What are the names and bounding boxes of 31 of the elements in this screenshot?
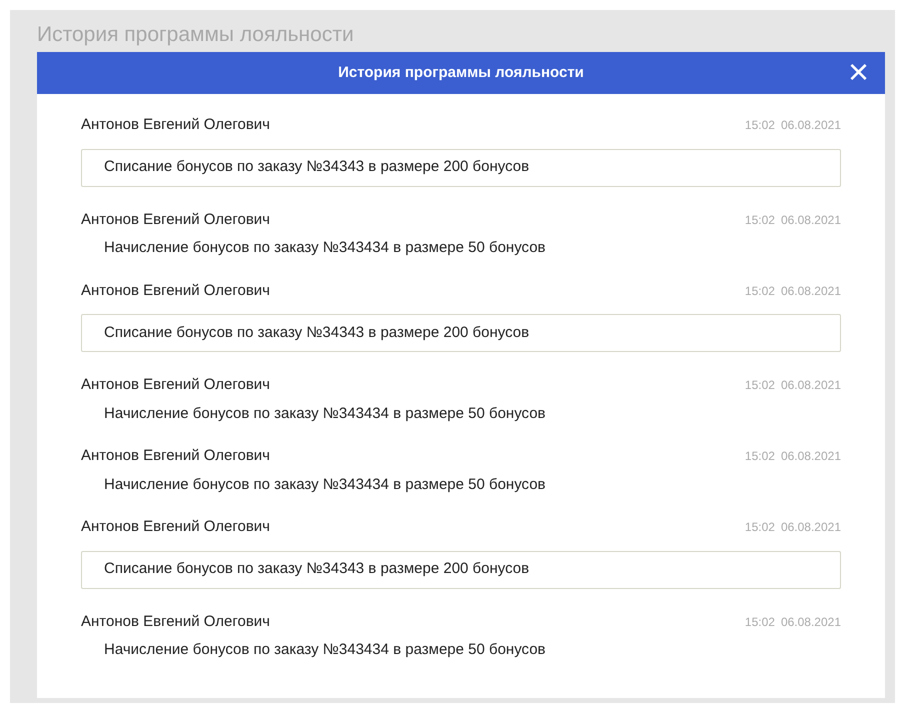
author-name: Антонов Евгений Олегович [81,375,270,395]
entry-time: 15:02 [744,282,775,300]
debit-message: Списание бонусов по заказу №34343 в размере 200 бонусов [81,148,841,186]
author-name: Антонов Евгений Олегович [81,115,270,135]
close-button[interactable]: × [848,54,869,90]
author-name: Антонов Евгений Олегович [81,446,270,466]
entry-time: 15:02 [744,117,775,134]
credit-message: Начисление бонусов по заказу №343434 в размере 50 бонусов [103,474,547,494]
entry-date: 06.08.2021 [780,448,841,465]
entry-date: 06.08.2021 [780,614,841,630]
entry-date: 06.08.2021 [780,282,841,300]
author-name: Антонов Евгений Олегович [81,210,270,230]
entry-time: 15:02 [744,448,775,465]
author-name: Антонов Евгений Олегович [81,517,270,537]
entry-time: 15:02 [744,212,775,228]
entry-time: 15:02 [744,519,775,536]
author-name: Антонов Евгений Олегович [81,280,270,300]
debit-message: Списание бонусов по заказу №34343 в размере 200 бонусов [81,550,841,588]
entry-time: 15:02 [744,377,775,394]
credit-message: Начисление бонусов по заказу №343434 в размере 50 бонусов [103,640,547,660]
credit-message: Начисление бонусов по заказу №343434 в размере 50 бонусов [103,238,547,258]
dialog-title: История программы лояльности [338,62,584,83]
credit-message: Начисление бонусов по заказу №343434 в размере 50 бонусов [103,404,547,424]
page-title: История программы лояльности [37,22,354,48]
entry-date: 06.08.2021 [780,212,841,228]
entry-date: 06.08.2021 [780,117,841,134]
debit-message: Списание бонусов по заказу №34343 в размере 200 бонусов [81,314,841,352]
entry-date: 06.08.2021 [780,377,841,394]
entry-time: 15:02 [744,614,775,630]
entry-date: 06.08.2021 [780,519,841,536]
author-name: Антонов Евгений Олегович [81,612,270,632]
